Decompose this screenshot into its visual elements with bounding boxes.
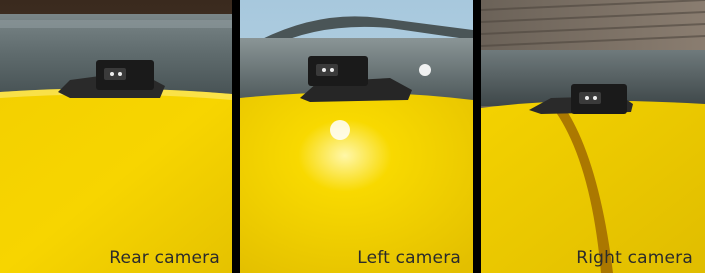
panel-caption: Left camera	[357, 248, 461, 268]
left-camera-image	[240, 0, 473, 273]
left-camera-photo: Left camera	[240, 0, 473, 273]
right-camera-image	[481, 0, 705, 273]
panel-caption: Right camera	[576, 248, 693, 268]
rear-camera-photo: Rear camera	[0, 0, 232, 273]
right-camera-photo: Right camera	[481, 0, 705, 273]
camera-photo-gallery: Rear camera Left camera Right camera	[0, 0, 705, 273]
rear-camera-image	[0, 0, 232, 273]
panel-caption: Rear camera	[109, 248, 220, 268]
